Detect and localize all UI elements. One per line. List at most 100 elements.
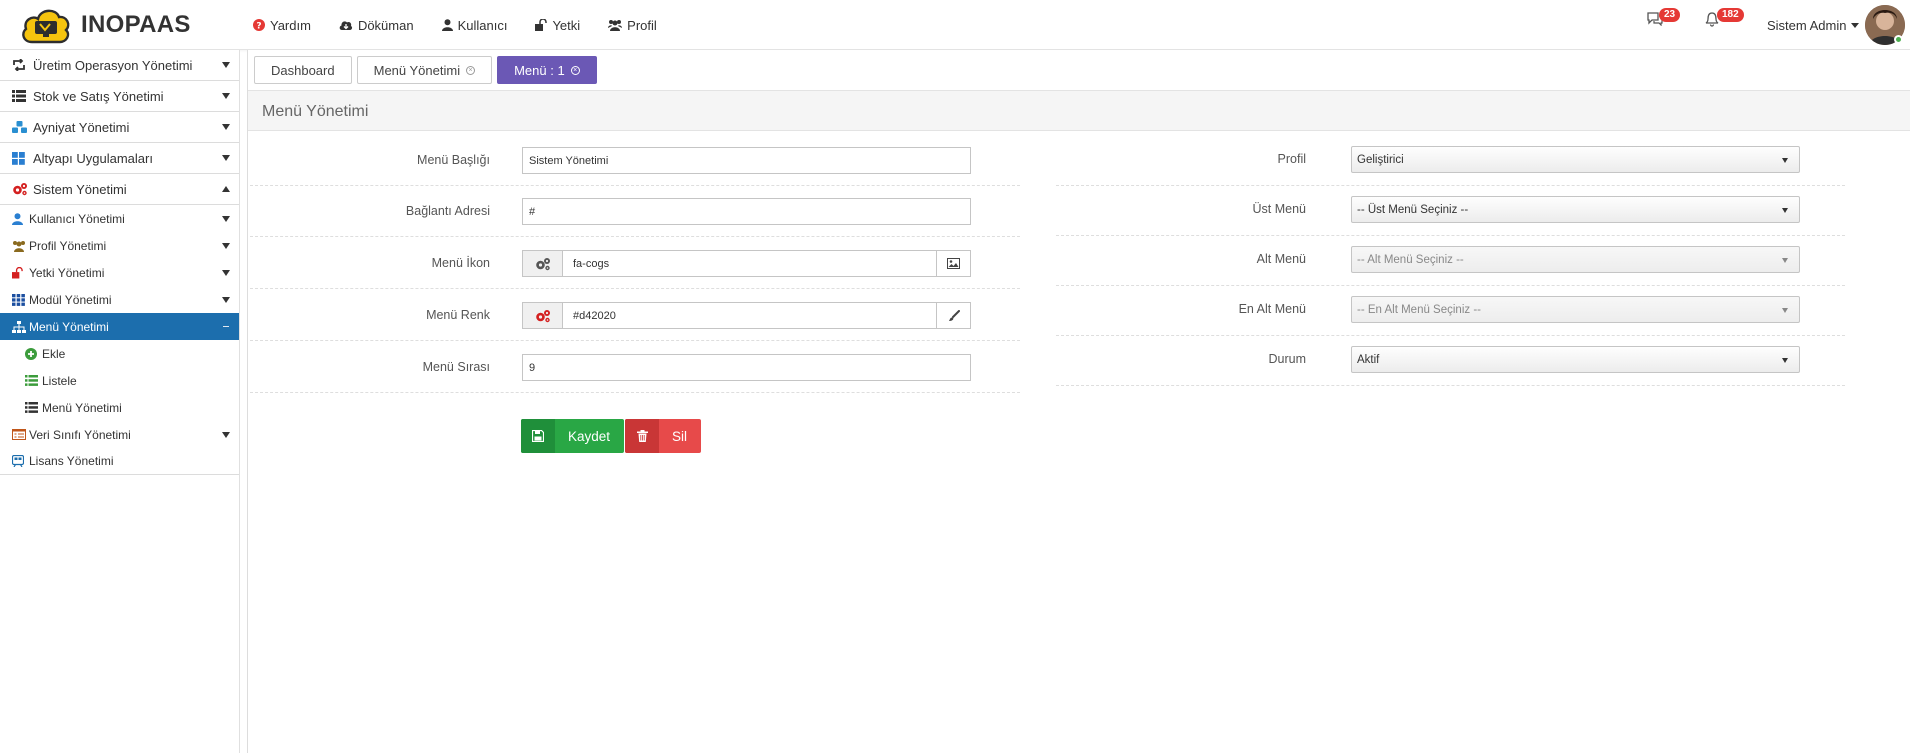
nav-label: Profil xyxy=(627,17,657,33)
sidebar-subitem-veri-sinifi[interactable]: Veri Sınıfı Yönetimi xyxy=(0,421,239,448)
form-row-parent-menu: Üst Menü -- Üst Menü Seçiniz -- xyxy=(1056,186,1845,236)
nav-label: Yetki xyxy=(552,17,581,33)
caret-down-icon xyxy=(222,216,230,222)
svg-text:?: ? xyxy=(256,22,261,32)
form-row-menu-icon: Menü İkon fa-cogs xyxy=(250,239,1020,289)
menu-color-input-group[interactable]: #d42020 xyxy=(522,302,971,329)
profile-select[interactable]: Geliştirici xyxy=(1351,146,1800,173)
floppy-disk-icon xyxy=(521,419,555,453)
messages-badge: 23 xyxy=(1659,8,1681,22)
caret-down-icon xyxy=(222,62,230,68)
sidebar-subitem-modul[interactable]: Modül Yönetimi xyxy=(0,286,239,313)
list-icon xyxy=(12,90,28,102)
image-picker-icon[interactable] xyxy=(936,251,970,276)
page-header: Menü Yönetimi xyxy=(248,90,1911,131)
status-select[interactable]: Aktif xyxy=(1351,346,1800,373)
menu-title-input[interactable]: Sistem Yönetimi xyxy=(522,147,971,174)
sidebar-leaf-ekle[interactable]: Ekle xyxy=(0,340,239,367)
delete-button[interactable]: Sil xyxy=(625,419,702,453)
child-menu-select[interactable]: -- Alt Menü Seçiniz -- xyxy=(1351,246,1800,273)
sidebar-subitem-label: Veri Sınıfı Yönetimi xyxy=(29,427,131,442)
page-title: Menü Yönetimi xyxy=(262,103,369,120)
tab-menu-yonetimi[interactable]: Menü Yönetimi × xyxy=(356,56,493,84)
nav-kullanici[interactable]: Kullanıcı xyxy=(441,18,507,33)
alerts-notification[interactable]: 182 xyxy=(1705,8,1744,27)
field-label: En Alt Menü xyxy=(1238,302,1306,316)
unlock-icon xyxy=(535,19,548,31)
list-alt-icon xyxy=(12,429,26,440)
sidebar-subitem-lisans[interactable]: Lisans Yönetimi xyxy=(0,448,239,475)
field-label: Bağlantı Adresi xyxy=(405,204,490,218)
sidebar-leaf-menu-yonetimi[interactable]: Menü Yönetimi xyxy=(0,394,239,421)
caret-down-icon xyxy=(1782,358,1788,363)
sidebar-leaf-label: Listele xyxy=(42,373,77,388)
nav-profil[interactable]: Profil xyxy=(608,18,657,33)
tab-label: Menü Yönetimi xyxy=(373,62,461,78)
sidebar-subitem-label: Yetki Yönetimi xyxy=(29,265,105,280)
link-address-input[interactable]: # xyxy=(522,198,971,225)
tab-menu-1[interactable]: Menü : 1 × xyxy=(497,56,597,84)
main-content: Dashboard Menü Yönetimi × Menü : 1 × Men… xyxy=(247,50,1911,753)
users-icon xyxy=(12,240,26,252)
plus-circle-icon xyxy=(25,347,39,360)
menu-icon-input[interactable]: fa-cogs xyxy=(563,258,936,270)
form-row-menu-color: Menü Renk #d42020 xyxy=(250,291,1020,341)
retweet-icon xyxy=(12,59,28,71)
nav-dokuman[interactable]: Döküman xyxy=(339,18,414,33)
select-value: -- Üst Menü Seçiniz -- xyxy=(1357,203,1469,216)
alerts-badge: 182 xyxy=(1717,8,1744,22)
cogs-icon xyxy=(12,182,28,196)
field-label: Durum xyxy=(1268,352,1306,366)
nav-yetki[interactable]: Yetki xyxy=(535,18,580,33)
close-icon[interactable]: × xyxy=(570,65,580,75)
caret-down-icon xyxy=(222,124,230,130)
select-value: Aktif xyxy=(1357,353,1380,366)
sidebar-item-label: Üretim Operasyon Yönetimi xyxy=(33,57,193,73)
menu-icon-input-group[interactable]: fa-cogs xyxy=(522,250,971,277)
user-icon xyxy=(441,19,453,31)
form-row-menu-title: Menü Başlığı Sistem Yönetimi xyxy=(250,136,1020,186)
messages-notification[interactable]: 23 xyxy=(1647,8,1681,26)
tab-dashboard[interactable]: Dashboard xyxy=(254,56,352,84)
menu-order-input[interactable]: 9 xyxy=(522,354,971,381)
sidebar-item-sistem[interactable]: Sistem Yönetimi xyxy=(0,174,239,205)
sidebar-item-stok[interactable]: Stok ve Satış Yönetimi xyxy=(0,81,239,112)
field-label: Üst Menü xyxy=(1252,202,1307,216)
nav-yardim[interactable]: ? Yardım xyxy=(253,18,311,33)
sitemap-icon xyxy=(12,320,26,333)
form-row-leaf-menu: En Alt Menü -- En Alt Menü Seçiniz -- xyxy=(1056,286,1845,336)
sidebar-subitem-kullanici[interactable]: Kullanıcı Yönetimi xyxy=(0,205,239,232)
unlock-icon xyxy=(12,266,26,279)
caret-down-icon xyxy=(222,243,230,249)
form-row-link-address: Bağlantı Adresi # xyxy=(250,187,1020,237)
sidebar-subitem-label: Menü Yönetimi xyxy=(29,319,109,334)
sidebar-subitem-yetki[interactable]: Yetki Yönetimi xyxy=(0,259,239,286)
collapse-minus-icon xyxy=(223,326,229,327)
brand-logo[interactable]: INOPAAS xyxy=(20,6,191,44)
tab-bar: Dashboard Menü Yönetimi × Menü : 1 × xyxy=(254,56,602,84)
sidebar-item-ayniyat[interactable]: Ayniyat Yönetimi xyxy=(0,112,239,143)
sidebar-subitem-menu-active[interactable]: Menü Yönetimi xyxy=(0,313,239,340)
paint-brush-icon[interactable] xyxy=(936,303,970,328)
trash-icon xyxy=(625,419,659,453)
form-row-menu-order: Menü Sırası 9 xyxy=(250,343,1020,393)
user-menu[interactable]: Sistem Admin xyxy=(1767,18,1860,33)
sidebar-subitem-label: Modül Yönetimi xyxy=(29,292,112,307)
server-icon xyxy=(12,455,26,467)
tab-label: Dashboard xyxy=(271,62,335,78)
window-edge xyxy=(1910,0,1920,753)
sidebar-item-label: Sistem Yönetimi xyxy=(33,181,127,197)
save-button[interactable]: Kaydet xyxy=(521,419,625,453)
parent-menu-select[interactable]: -- Üst Menü Seçiniz -- xyxy=(1351,196,1800,223)
close-icon[interactable]: × xyxy=(466,65,476,75)
leaf-menu-select[interactable]: -- En Alt Menü Seçiniz -- xyxy=(1351,296,1800,323)
sidebar-item-uretim[interactable]: Üretim Operasyon Yönetimi xyxy=(0,50,239,81)
list-ul-icon xyxy=(25,402,39,413)
menu-color-input[interactable]: #d42020 xyxy=(563,310,936,322)
brand-name: INOPAAS xyxy=(81,11,191,38)
sidebar-item-altyapi[interactable]: Altyapı Uygulamaları xyxy=(0,143,239,174)
sidebar-leaf-listele[interactable]: Listele xyxy=(0,367,239,394)
field-label: Menü İkon xyxy=(431,256,490,270)
field-label: Alt Menü xyxy=(1256,252,1306,266)
sidebar-subitem-profil[interactable]: Profil Yönetimi xyxy=(0,232,239,259)
